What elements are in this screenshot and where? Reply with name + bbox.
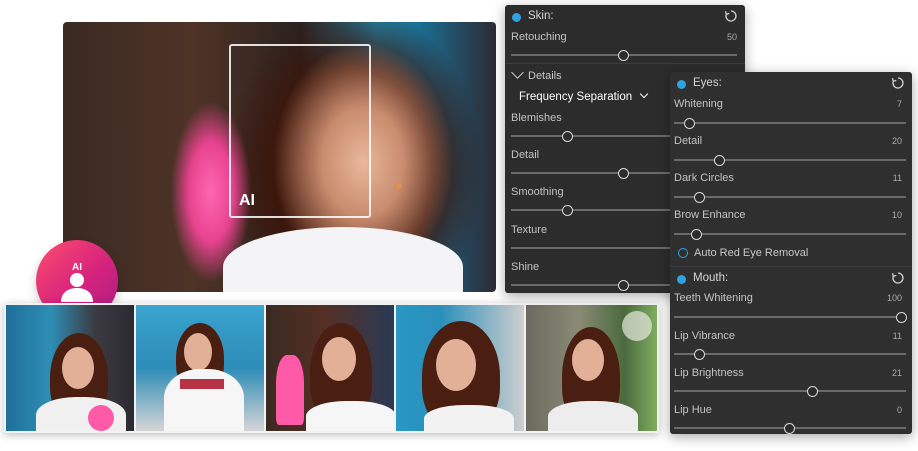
brow-enhance-value: 10: [891, 210, 902, 220]
thumbnail-3[interactable]: [266, 305, 394, 431]
thumbnail-4[interactable]: [396, 305, 524, 431]
slider-knob[interactable]: [691, 229, 703, 240]
lip-vibrance-slider[interactable]: [674, 349, 906, 360]
dropdown-label: Frequency Separation: [519, 91, 633, 103]
thumbnail-strip: [4, 303, 659, 433]
skin-section-header: Skin:: [505, 7, 745, 27]
eye-detail-value: 20: [891, 136, 902, 146]
teeth-whitening-slider[interactable]: [674, 312, 907, 323]
chevron-down-icon: [511, 66, 524, 79]
dark-circles-label: Dark Circles: [674, 172, 734, 184]
person-icon: [61, 273, 93, 302]
skin-enable-toggle[interactable]: [512, 13, 521, 22]
blemishes-label: Blemishes: [511, 112, 562, 124]
lip-hue-slider[interactable]: [674, 423, 906, 434]
mouth-enable-toggle[interactable]: [677, 275, 686, 284]
eyes-mouth-panel: Eyes: Whitening 7 Detail 20 Dark Circles…: [670, 72, 912, 434]
slider-knob[interactable]: [618, 280, 629, 291]
lip-hue-label: Lip Hue: [674, 404, 712, 416]
slider-knob[interactable]: [714, 155, 726, 166]
lip-vibrance-value: 11: [892, 331, 902, 341]
retouching-value: 50: [726, 32, 737, 42]
dark-circles-value: 11: [892, 173, 902, 183]
thumbnail-2[interactable]: [136, 305, 264, 431]
red-eye-radio[interactable]: [678, 248, 688, 258]
lip-brightness-value: 21: [891, 368, 902, 378]
thumbnail-1[interactable]: [6, 305, 134, 431]
mouth-section-title: Mouth:: [693, 272, 729, 284]
brow-enhance-slider[interactable]: [674, 229, 906, 240]
lip-hue-value: 0: [896, 405, 902, 415]
slider-knob[interactable]: [618, 50, 629, 61]
whitening-label: Whitening: [674, 98, 723, 110]
retouching-slider[interactable]: [511, 50, 737, 61]
smoothing-label: Smoothing: [511, 186, 564, 198]
main-portrait-photo: AI: [63, 22, 496, 292]
skin-section-title: Skin:: [528, 10, 554, 22]
lip-brightness-label: Lip Brightness: [674, 367, 744, 379]
reset-icon[interactable]: [723, 8, 739, 24]
brow-enhance-label: Brow Enhance: [674, 209, 746, 221]
frequency-separation-dropdown[interactable]: Frequency Separation: [519, 89, 649, 103]
teeth-whitening-label: Teeth Whitening: [674, 292, 753, 304]
slider-knob[interactable]: [807, 386, 819, 397]
slider-knob[interactable]: [896, 312, 907, 323]
red-eye-label: Auto Red Eye Removal: [694, 247, 809, 259]
dark-circles-slider[interactable]: [674, 192, 906, 203]
mouth-section-header: Mouth:: [670, 269, 912, 289]
retouching-label: Retouching: [511, 31, 567, 43]
eye-detail-label: Detail: [674, 135, 703, 147]
chevron-down-icon: [640, 89, 649, 99]
slider-knob[interactable]: [693, 349, 705, 360]
lip-vibrance-label: Lip Vibrance: [674, 330, 735, 342]
shine-label: Shine: [511, 261, 540, 273]
neon-sign-decoration: [438, 62, 488, 212]
ai-box-label: AI: [239, 192, 255, 209]
slider-knob[interactable]: [561, 131, 573, 142]
reset-icon[interactable]: [890, 270, 906, 286]
whitening-value: 7: [896, 99, 902, 109]
slider-knob[interactable]: [684, 118, 696, 129]
eyes-section-title: Eyes:: [693, 77, 722, 89]
thumbnail-5[interactable]: [526, 305, 657, 431]
texture-label: Texture: [511, 224, 548, 236]
whitening-slider[interactable]: [674, 118, 906, 129]
shirt-shape: [223, 227, 463, 292]
detail-label: Detail: [511, 149, 540, 161]
divider: [505, 63, 745, 64]
divider: [670, 266, 912, 267]
slider-knob[interactable]: [784, 423, 795, 434]
details-label: Details: [528, 70, 562, 82]
face-detection-box: AI: [229, 44, 371, 218]
slider-knob[interactable]: [693, 192, 705, 203]
focus-dot: [396, 183, 402, 189]
slider-knob[interactable]: [561, 205, 573, 216]
eye-detail-slider[interactable]: [674, 155, 906, 166]
lip-brightness-slider[interactable]: [674, 386, 906, 397]
eyes-section-header: Eyes:: [670, 74, 912, 94]
slider-knob[interactable]: [618, 168, 629, 179]
details-toggle[interactable]: Details: [511, 66, 562, 82]
teeth-whitening-value: 100: [886, 293, 902, 303]
reset-icon[interactable]: [890, 75, 906, 91]
eyes-enable-toggle[interactable]: [677, 80, 686, 89]
